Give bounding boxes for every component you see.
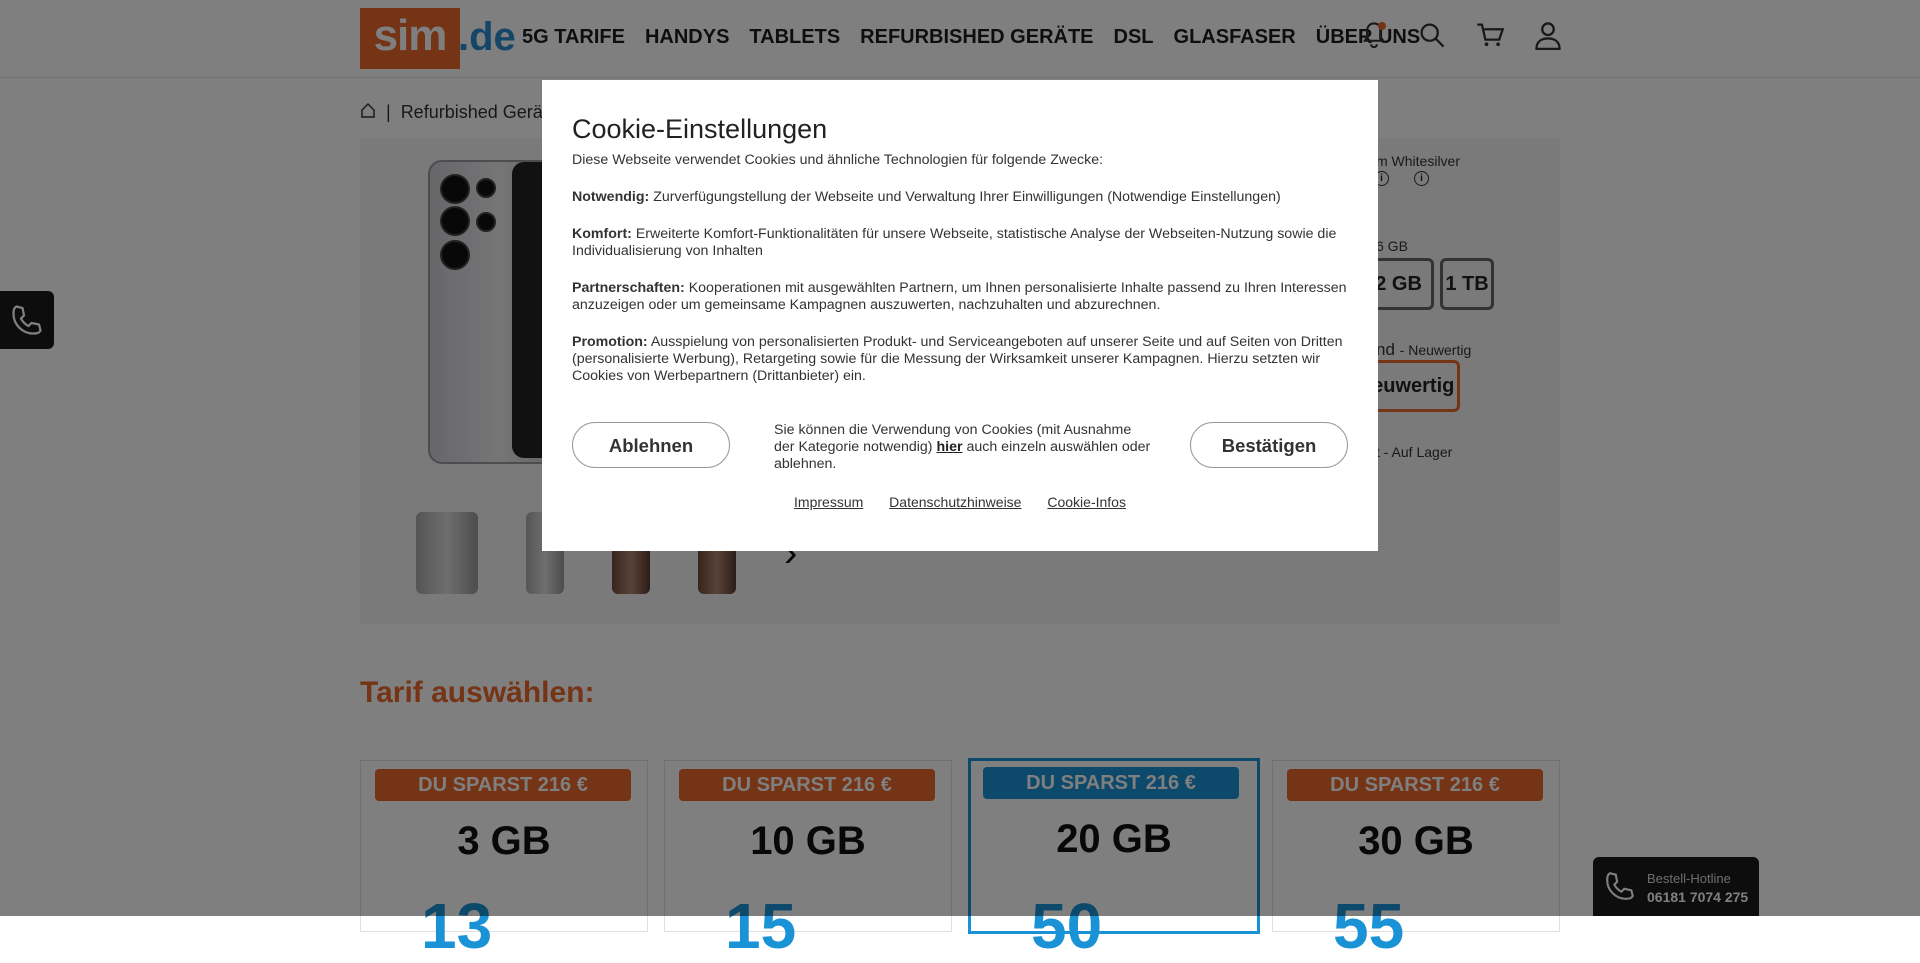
section-text: Zurverfügungstellung der Webseite und Ve…: [653, 189, 1281, 205]
cookie-title: Cookie-Einstellungen: [572, 114, 828, 144]
section-label: Promotion:: [572, 334, 648, 350]
impressum-link[interactable]: Impressum: [794, 494, 863, 510]
cookie-footer-links: Impressum Datenschutzhinweise Cookie-Inf…: [542, 494, 1378, 510]
section-label: Partnerschaften:: [572, 280, 685, 296]
section-text: Erweiterte Komfort-Funktionalitäten für …: [572, 226, 1337, 259]
section-text: Ausspielung von personalisierten Produkt…: [572, 334, 1343, 384]
datenschutz-link[interactable]: Datenschutzhinweise: [889, 494, 1021, 510]
cookie-actions: Ablehnen Sie können die Verwendung von C…: [572, 418, 1348, 478]
cookie-section-promotion: Promotion: Ausspielung von personalisier…: [572, 334, 1348, 385]
cookie-settings-link[interactable]: hier: [936, 439, 962, 455]
cookie-section-partnerschaften: Partnerschaften: Kooperationen mit ausge…: [572, 280, 1348, 314]
confirm-button[interactable]: Bestätigen: [1190, 422, 1348, 468]
cookie-section-notwendig: Notwendig: Zurverfügungstellung der Webs…: [572, 189, 1348, 206]
cookie-dialog: Cookie-Einstellungen Diese Webseite verw…: [542, 80, 1378, 551]
cookie-section-komfort: Komfort: Erweiterte Komfort-Funktionalit…: [572, 226, 1348, 260]
section-label: Komfort:: [572, 226, 632, 242]
cookie-infos-link[interactable]: Cookie-Infos: [1047, 494, 1126, 510]
cookie-intro: Diese Webseite verwendet Cookies und ähn…: [572, 152, 1104, 168]
section-label: Notwendig:: [572, 189, 650, 205]
cookie-note: Sie können die Verwendung von Cookies (m…: [774, 422, 1154, 473]
decline-button[interactable]: Ablehnen: [572, 422, 730, 468]
section-text: Kooperationen mit ausgewählten Partnern,…: [572, 280, 1347, 313]
